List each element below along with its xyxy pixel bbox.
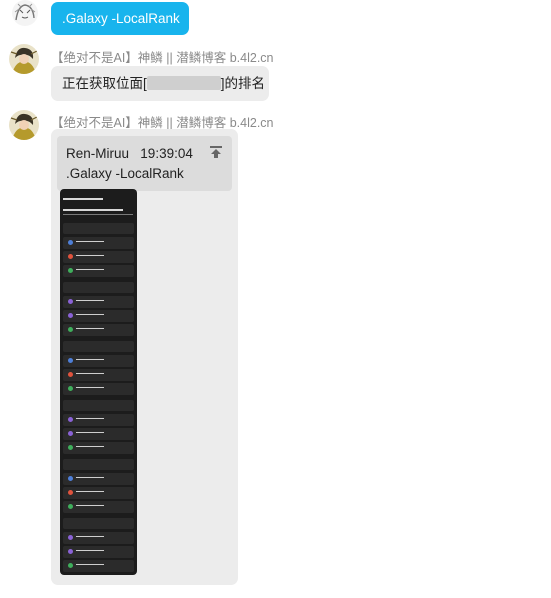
thumb-row-line	[76, 550, 104, 552]
thumb-row	[63, 487, 134, 499]
thumb-row	[63, 237, 134, 249]
thumb-row	[63, 296, 134, 308]
quoted-header: Ren-Miruu 19:39:04	[66, 146, 193, 161]
outgoing-message-bubble[interactable]: .Galaxy -LocalRank	[51, 2, 189, 35]
thumb-row-line	[76, 418, 104, 420]
thumb-row-line	[76, 446, 104, 448]
message-text-suffix: ]的排名	[220, 76, 266, 91]
thumb-row	[63, 532, 134, 544]
quoted-author: Ren-Miruu	[66, 146, 130, 161]
thumb-section-header	[63, 341, 134, 352]
thumb-sub-line	[63, 214, 133, 215]
thumb-row-dot	[68, 431, 73, 436]
thumb-row-dot	[68, 504, 73, 509]
bot-avatar[interactable]	[9, 44, 39, 74]
thumb-row-dot	[68, 254, 73, 259]
thumb-section-header	[63, 459, 134, 470]
thumb-row-line	[76, 564, 104, 566]
thumb-row	[63, 251, 134, 263]
thumb-row-dot	[68, 563, 73, 568]
incoming-message-bubble[interactable]: 正在获取位面[ ]的排名	[51, 66, 269, 101]
incoming-image-message-bubble[interactable]: Ren-Miruu 19:39:04 .Galaxy -LocalRank	[51, 129, 238, 585]
sketch-avatar-icon	[12, 0, 38, 26]
sender-name: 【绝对不是AI】神鳞 || 潜鳞博客 b.4l2.cn	[51, 51, 274, 65]
thumb-row-line	[76, 300, 104, 302]
thumb-row-line	[76, 477, 104, 479]
thumb-row	[63, 383, 134, 395]
thumb-row-dot	[68, 358, 73, 363]
thumb-row-dot	[68, 490, 73, 495]
thumb-row-dot	[68, 313, 73, 318]
thumb-row-line	[76, 387, 104, 389]
thumb-row-dot	[68, 372, 73, 377]
thumb-row-dot	[68, 535, 73, 540]
arrow-up-to-top-icon[interactable]	[209, 145, 223, 162]
character-avatar-icon	[9, 110, 39, 140]
thumb-row-line	[76, 328, 104, 330]
thumb-section-header	[63, 400, 134, 411]
thumb-row	[63, 546, 134, 558]
thumb-row-line	[76, 373, 104, 375]
thumb-row-line	[76, 505, 104, 507]
thumb-heading-line	[63, 209, 123, 211]
thumb-row	[63, 501, 134, 513]
thumb-row	[63, 428, 134, 440]
thumb-row-line	[76, 269, 104, 271]
thumb-row-line	[76, 241, 104, 243]
message-text-prefix: 正在获取位面[	[62, 76, 147, 91]
thumb-section-header	[63, 282, 134, 293]
thumb-row	[63, 355, 134, 367]
redacted-plane-name	[146, 76, 221, 90]
quoted-text: .Galaxy -LocalRank	[66, 166, 184, 181]
thumb-row-dot	[68, 386, 73, 391]
thumb-row	[63, 442, 134, 454]
thumb-row-dot	[68, 417, 73, 422]
thumb-section-header	[63, 518, 134, 529]
thumb-row-line	[76, 255, 104, 257]
message-text: .Galaxy -LocalRank	[62, 11, 180, 26]
thumb-row-dot	[68, 327, 73, 332]
thumb-row-line	[76, 432, 104, 434]
leaderboard-screenshot-image[interactable]	[60, 189, 137, 575]
thumb-section-header	[63, 223, 134, 234]
quoted-message[interactable]: Ren-Miruu 19:39:04 .Galaxy -LocalRank	[57, 136, 232, 191]
character-avatar-icon	[9, 44, 39, 74]
thumb-row-dot	[68, 445, 73, 450]
thumb-row	[63, 310, 134, 322]
thumb-title-line	[63, 198, 103, 200]
user-avatar[interactable]	[12, 0, 38, 26]
thumb-row-line	[76, 491, 104, 493]
bot-avatar[interactable]	[9, 110, 39, 140]
thumb-row	[63, 369, 134, 381]
thumb-row	[63, 560, 134, 572]
thumb-row	[63, 324, 134, 336]
thumb-row	[63, 265, 134, 277]
thumb-row-dot	[68, 476, 73, 481]
thumb-row-dot	[68, 240, 73, 245]
thumb-row-dot	[68, 549, 73, 554]
thumb-row	[63, 414, 134, 426]
thumb-row-dot	[68, 268, 73, 273]
thumb-row-dot	[68, 299, 73, 304]
thumb-row-line	[76, 359, 104, 361]
thumb-row-line	[76, 314, 104, 316]
thumb-row	[63, 473, 134, 485]
quoted-time: 19:39:04	[140, 146, 193, 161]
thumb-row-line	[76, 536, 104, 538]
